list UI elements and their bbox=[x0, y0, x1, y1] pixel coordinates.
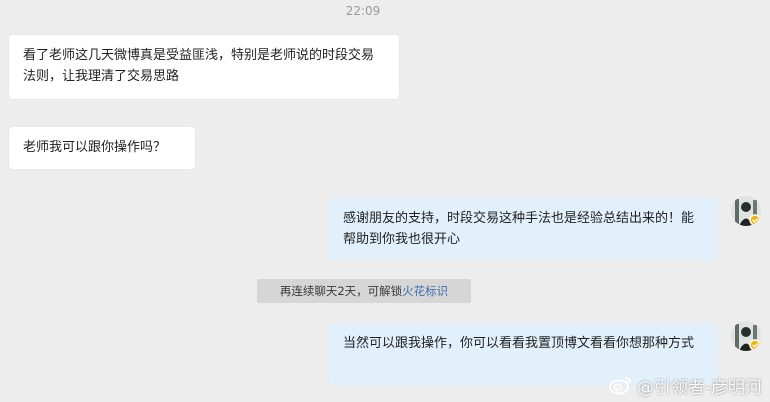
chat-area: 22:09 看了老师这几天微博真是受益匪浅，特别是老师说的时段交易法则，让我理清… bbox=[0, 0, 770, 402]
user-avatar[interactable] bbox=[731, 321, 761, 351]
weibo-watermark: @引领者-彦明河 bbox=[608, 374, 762, 398]
incoming-message-bubble[interactable]: 老师我可以跟你操作吗？ bbox=[9, 127, 195, 169]
spark-streak-notice: 再连续聊天2天，可解锁火花标识 bbox=[257, 279, 471, 303]
spark-badge-link[interactable]: 火花标识 bbox=[402, 284, 448, 298]
incoming-message-bubble[interactable]: 看了老师这几天微博真是受益匪浅，特别是老师说的时段交易法则，让我理清了交易思路 bbox=[9, 35, 399, 99]
avatar-image-icon bbox=[731, 196, 761, 226]
streak-notice-text: 再连续聊天2天，可解锁 bbox=[279, 284, 403, 298]
message-timestamp: 22:09 bbox=[345, 4, 381, 18]
outgoing-message-bubble[interactable]: 感谢朋友的支持，时段交易这种手法也是经验总结出来的！能帮助到你我也很开心 bbox=[329, 198, 718, 260]
avatar-image-icon bbox=[731, 321, 761, 351]
weibo-icon bbox=[608, 377, 632, 395]
watermark-text: @引领者-彦明河 bbox=[636, 377, 762, 398]
user-avatar[interactable] bbox=[731, 196, 761, 226]
